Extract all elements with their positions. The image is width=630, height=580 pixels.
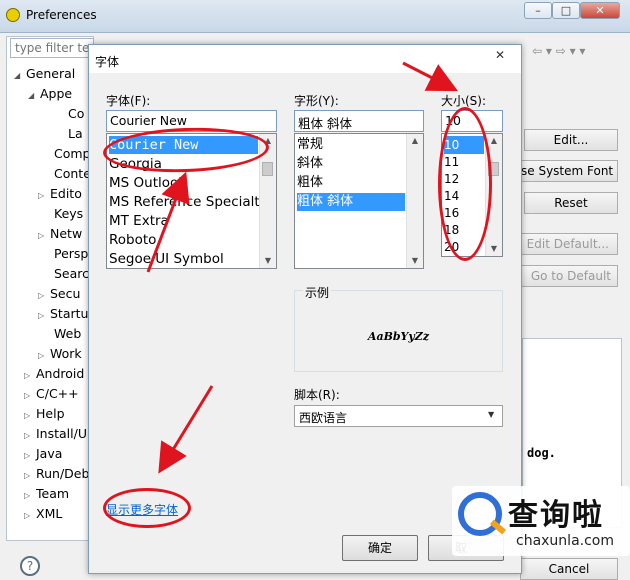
watermark-text-cn: 查询啦 [508, 498, 604, 533]
arrow-to-font-list [146, 171, 190, 273]
watermark-text-en: chaxunla.com [516, 533, 614, 549]
arrow-to-link [158, 385, 214, 474]
arrow-to-size [402, 61, 459, 92]
